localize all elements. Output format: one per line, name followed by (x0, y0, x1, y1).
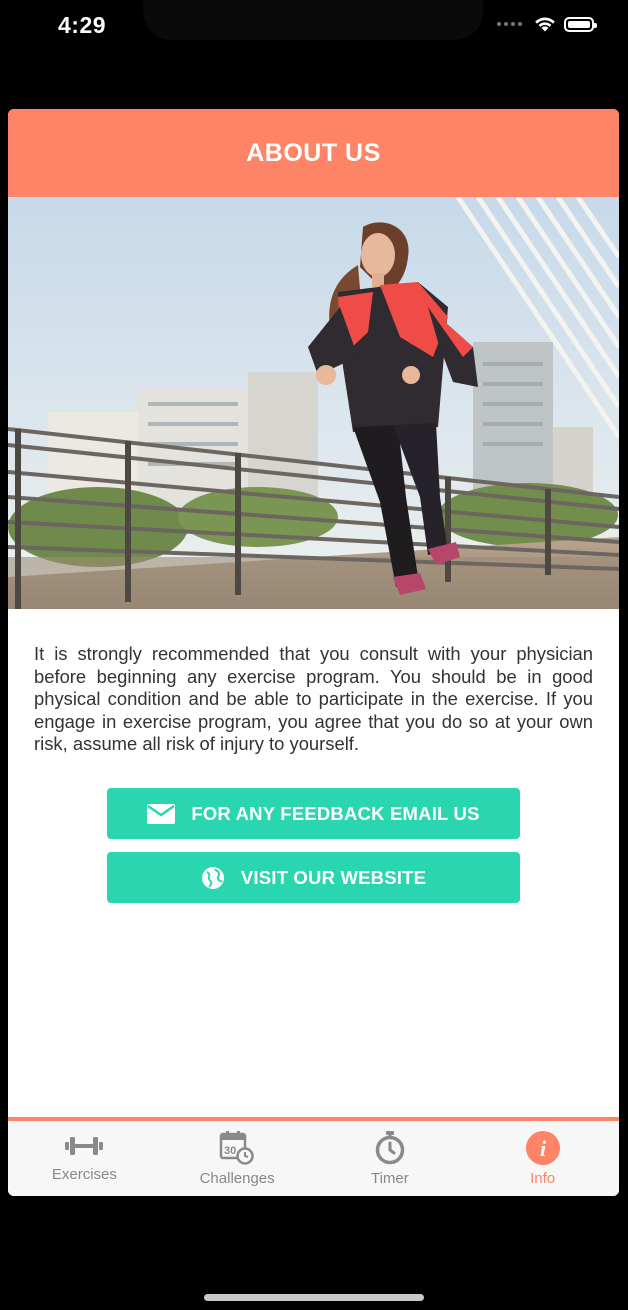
dumbbell-icon (65, 1137, 104, 1155)
email-feedback-button[interactable]: FOR ANY FEEDBACK EMAIL US (107, 788, 520, 839)
tab-info[interactable]: i Info (466, 1121, 619, 1196)
info-icon: i (525, 1131, 560, 1165)
signal-icon (497, 22, 522, 26)
status-icons (497, 16, 597, 32)
envelope-icon (147, 803, 176, 824)
tab-info-label: Info (530, 1170, 556, 1187)
email-feedback-label: FOR ANY FEEDBACK EMAIL US (191, 802, 480, 824)
tab-challenges[interactable]: 30 Challenges (161, 1121, 314, 1196)
wifi-icon (535, 17, 555, 32)
hero-image-runner (8, 197, 619, 609)
tab-exercises-label: Exercises (51, 1166, 117, 1183)
visit-website-button[interactable]: VISIT OUR WEBSITE (107, 852, 520, 903)
stopwatch-icon (375, 1131, 405, 1165)
tab-challenges-label: Challenges (199, 1170, 275, 1187)
page-title: ABOUT US (246, 138, 381, 167)
svg-text:30: 30 (224, 1145, 236, 1157)
notch (143, 0, 483, 40)
tab-exercises[interactable]: Exercises (8, 1121, 161, 1196)
svg-text:i: i (540, 1136, 547, 1161)
battery-icon (564, 16, 597, 32)
tab-bar: Exercises 30 Challenges Timer i Info (8, 1121, 619, 1196)
home-indicator[interactable] (204, 1294, 424, 1301)
tab-timer-label: Timer (370, 1170, 409, 1187)
calendar-clock-icon: 30 (219, 1131, 254, 1165)
header-bar: ABOUT US (8, 109, 619, 197)
tab-timer[interactable]: Timer (314, 1121, 467, 1196)
phone-frame: 4:29 ABOUT US It is strongly recommended… (0, 0, 628, 1310)
disclaimer-text: It is strongly recommended that you cons… (34, 643, 593, 754)
globe-icon (201, 866, 225, 890)
status-time: 4:29 (58, 12, 107, 38)
app-screen: ABOUT US It is strongly recommended that… (8, 109, 619, 1196)
visit-website-label: VISIT OUR WEBSITE (240, 866, 427, 888)
